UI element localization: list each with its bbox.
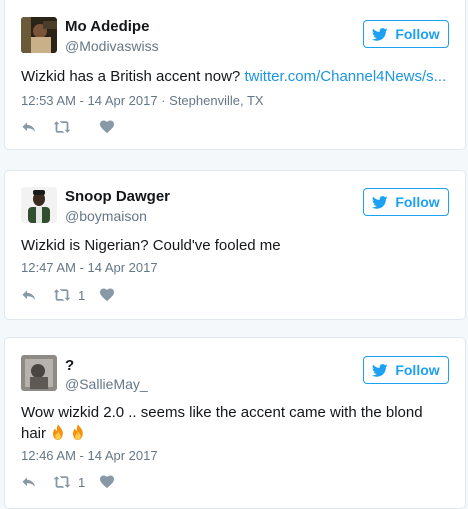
tweet-timestamp[interactable]: 12:47 AM - 14 Apr 2017 (21, 260, 158, 276)
follow-button[interactable]: Follow (363, 188, 449, 216)
user-name[interactable]: Snoop Dawger (65, 188, 170, 206)
retweet-count: 1 (78, 474, 86, 490)
twitter-bird-icon (372, 28, 388, 41)
tweet-text: Wow wizkid 2.0 .. seems like the accent … (21, 402, 449, 444)
fire-emoji-icon (50, 423, 66, 441)
user-name[interactable]: ? (65, 357, 74, 375)
tweet-timestamp[interactable]: 12:53 AM - 14 Apr 2017 · Stephenville, T… (21, 93, 264, 109)
like-button[interactable] (99, 287, 119, 303)
fire-emoji-icon (70, 423, 86, 441)
tweet-card[interactable]: Snoop Dawger @boymaison Follow Wizkid is… (4, 170, 466, 320)
follow-label: Follow (395, 362, 440, 378)
tweet-text: Wizkid is Nigerian? Could've fooled me (21, 237, 281, 254)
tweet-card[interactable]: Mo Adedipe @Modivaswiss Follow Wizkid ha… (4, 0, 466, 150)
tweet-link[interactable]: twitter.com/Channel4News/s... (244, 68, 446, 85)
retweet-count: 1 (78, 287, 86, 303)
follow-button[interactable]: Follow (363, 356, 449, 384)
tweet-actions: 1 (21, 286, 119, 304)
avatar[interactable] (21, 17, 57, 53)
user-handle[interactable]: @Modivaswiss (65, 37, 159, 55)
retweet-icon (53, 474, 71, 490)
reply-button[interactable] (21, 474, 53, 490)
heart-icon (99, 474, 115, 490)
retweet-button[interactable]: 1 (53, 474, 99, 490)
tweet-actions: 1 (21, 473, 119, 491)
reply-icon (21, 474, 37, 490)
avatar[interactable] (21, 355, 57, 391)
retweet-button[interactable] (53, 119, 99, 135)
user-handle[interactable]: @SallieMay_ (65, 375, 148, 393)
retweet-icon (53, 287, 71, 303)
tweet-actions (21, 118, 119, 136)
follow-label: Follow (395, 26, 440, 42)
tweet-card[interactable]: ? @SallieMay_ Follow Wow wizkid 2.0 .. s… (4, 337, 466, 509)
user-handle[interactable]: @boymaison (65, 207, 147, 225)
reply-icon (21, 287, 37, 303)
tweet-text: Wizkid has a British accent now? twitter… (21, 66, 449, 87)
heart-icon (99, 119, 115, 135)
retweet-button[interactable]: 1 (53, 287, 99, 303)
reply-button[interactable] (21, 119, 53, 135)
twitter-bird-icon (372, 196, 388, 209)
reply-icon (21, 119, 37, 135)
heart-icon (99, 287, 115, 303)
user-name[interactable]: Mo Adedipe (65, 18, 149, 36)
tweet-timestamp[interactable]: 12:46 AM - 14 Apr 2017 (21, 448, 158, 464)
follow-button[interactable]: Follow (363, 20, 449, 48)
tweet-feed: Mo Adedipe @Modivaswiss Follow Wizkid ha… (0, 0, 468, 509)
reply-button[interactable] (21, 287, 53, 303)
retweet-icon (53, 119, 71, 135)
like-button[interactable] (99, 474, 119, 490)
follow-label: Follow (395, 194, 440, 210)
avatar[interactable] (21, 187, 57, 223)
tweet-text-body: Wizkid has a British accent now? (21, 68, 245, 85)
like-button[interactable] (99, 119, 119, 135)
twitter-bird-icon (372, 364, 388, 377)
